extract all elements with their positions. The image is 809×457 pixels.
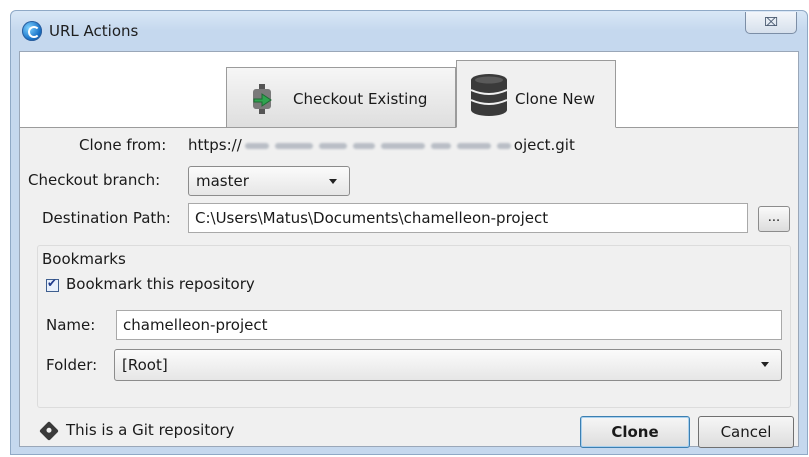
clone-from-label: Clone from: xyxy=(79,136,167,154)
sourcetree-logo-icon xyxy=(22,21,42,41)
bookmark-checkbox[interactable] xyxy=(46,276,59,292)
bookmark-folder-value: [Root] xyxy=(122,356,168,374)
tab-checkout-existing[interactable]: Checkout Existing xyxy=(226,67,456,127)
bookmarks-group: Bookmarks Bookmark this repository Name:… xyxy=(37,245,791,408)
browse-button[interactable]: ... xyxy=(758,206,790,232)
git-diamond-icon xyxy=(39,421,59,441)
bookmarks-legend: Bookmarks xyxy=(42,250,126,268)
window-title: URL Actions xyxy=(49,22,139,40)
clone-from-url-suffix: oject.git xyxy=(513,136,575,154)
bookmark-checkbox-label[interactable]: Bookmark this repository xyxy=(66,275,255,293)
checkout-arrow-icon xyxy=(253,84,272,114)
bookmark-name-label: Name: xyxy=(46,316,96,334)
clone-button[interactable]: Clone xyxy=(580,416,690,448)
chevron-down-icon xyxy=(761,362,769,367)
dialog-body: Checkout Existing Clone New Clone from: … xyxy=(19,51,799,448)
checkout-branch-label: Checkout branch: xyxy=(28,171,161,189)
clone-from-url-prefix: https:// xyxy=(188,136,242,154)
destination-path-input[interactable]: C:\Users\Matus\Documents\chamelleon-proj… xyxy=(188,203,748,233)
chevron-down-icon xyxy=(329,179,337,184)
cancel-button[interactable]: Cancel xyxy=(698,416,794,448)
tab-strip: Checkout Existing Clone New xyxy=(20,52,798,128)
database-icon xyxy=(470,74,508,116)
checkout-branch-value: master xyxy=(196,172,249,190)
close-button[interactable]: ⌧ xyxy=(745,12,797,34)
tab-clone-new-label: Clone New xyxy=(515,90,596,108)
bookmark-folder-select[interactable]: [Root] xyxy=(114,349,782,381)
title-bar: URL Actions ⌧ xyxy=(11,11,807,51)
repository-type-status: This is a Git repository xyxy=(66,421,235,439)
url-actions-window: URL Actions ⌧ Checkout Existing Clone Ne… xyxy=(10,10,808,455)
bookmark-folder-label: Folder: xyxy=(46,356,98,374)
bookmark-name-input[interactable]: chamelleon-project xyxy=(116,310,782,340)
tab-checkout-existing-label: Checkout Existing xyxy=(293,90,428,108)
tab-clone-new[interactable]: Clone New xyxy=(456,60,616,128)
checkout-branch-select[interactable]: master xyxy=(188,166,350,196)
destination-path-label: Destination Path: xyxy=(42,209,171,227)
clone-from-url: https:// oject.git xyxy=(188,136,575,154)
